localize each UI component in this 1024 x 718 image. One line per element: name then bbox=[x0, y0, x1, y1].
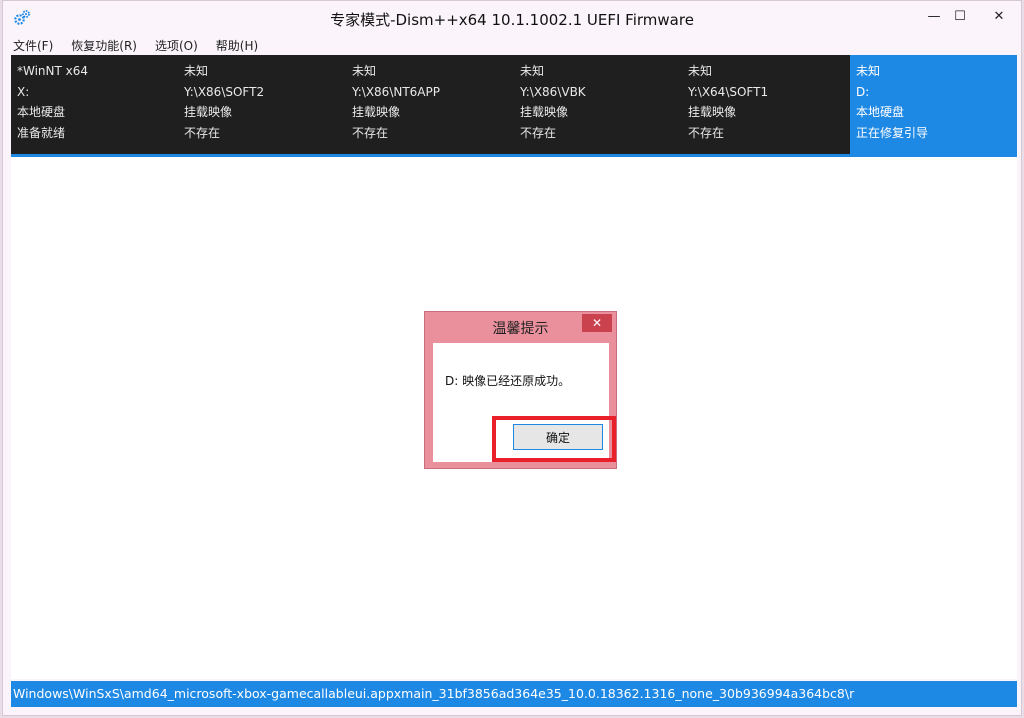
menu-help[interactable]: 帮助(H) bbox=[214, 37, 260, 55]
session-item-x86-nt6app[interactable]: 未知 Y:\X86\NT6APP 挂载映像 不存在 bbox=[346, 55, 514, 154]
session-type: 挂载映像 bbox=[688, 105, 737, 119]
session-path: D: bbox=[856, 84, 870, 99]
session-item-winnt[interactable]: *WinNT x64 X: 本地硬盘 准备就绪 bbox=[11, 55, 178, 154]
dialog-message: D: 映像已经还原成功。 bbox=[445, 374, 571, 388]
title-bar[interactable]: 专家模式-Dism++x64 10.1.1002.1 UEFI Firmware… bbox=[3, 1, 1021, 35]
session-item-d-drive[interactable]: 未知 D: 本地硬盘 正在修复引导 bbox=[850, 55, 1017, 154]
session-path: X: bbox=[17, 84, 30, 99]
session-type: 本地硬盘 bbox=[17, 105, 66, 119]
maximize-button[interactable]: ☐ bbox=[943, 5, 977, 27]
session-item-x86-soft2[interactable]: 未知 Y:\X86\SOFT2 挂载映像 不存在 bbox=[178, 55, 346, 154]
session-status: 不存在 bbox=[352, 125, 389, 140]
session-name: 未知 bbox=[856, 64, 881, 78]
session-name: 未知 bbox=[688, 64, 713, 78]
session-path: Y:\X86\SOFT2 bbox=[184, 84, 265, 99]
dialog-close-button[interactable]: ✕ bbox=[582, 314, 612, 332]
session-name: *WinNT x64 bbox=[17, 64, 89, 78]
session-name: 未知 bbox=[520, 64, 545, 78]
menu-recovery[interactable]: 恢复功能(R) bbox=[69, 37, 139, 55]
session-type: 挂载映像 bbox=[520, 105, 569, 119]
maximize-icon: ☐ bbox=[954, 8, 966, 24]
close-icon: ✕ bbox=[993, 8, 1005, 24]
menu-file[interactable]: 文件(F) bbox=[11, 37, 55, 55]
session-status: 准备就绪 bbox=[17, 125, 66, 140]
session-type: 本地硬盘 bbox=[856, 105, 905, 119]
session-status: 不存在 bbox=[184, 125, 221, 140]
minimize-icon: — bbox=[927, 8, 941, 24]
session-type: 挂载映像 bbox=[184, 105, 233, 119]
session-item-x86-vbk[interactable]: 未知 Y:\X86\VBK 挂载映像 不存在 bbox=[514, 55, 682, 154]
status-bar: Windows\WinSxS\amd64_microsoft-xbox-game… bbox=[11, 681, 1017, 707]
ok-button[interactable]: 确定 bbox=[513, 424, 603, 450]
session-type: 挂载映像 bbox=[352, 105, 401, 119]
session-bar: *WinNT x64 X: 本地硬盘 准备就绪 未知 Y:\X86\SOFT2 … bbox=[11, 55, 1017, 157]
session-item-x64-soft1[interactable]: 未知 Y:\X64\SOFT1 挂载映像 不存在 bbox=[682, 55, 850, 154]
session-name: 未知 bbox=[352, 64, 377, 78]
close-icon: ✕ bbox=[591, 316, 603, 330]
session-status: 不存在 bbox=[520, 125, 557, 140]
window-title: 专家模式-Dism++x64 10.1.1002.1 UEFI Firmware bbox=[330, 11, 694, 29]
session-status: 不存在 bbox=[688, 125, 725, 140]
session-path: Y:\X86\VBK bbox=[520, 84, 586, 99]
close-button[interactable]: ✕ bbox=[979, 5, 1019, 27]
session-path: Y:\X64\SOFT1 bbox=[688, 84, 769, 99]
menu-options[interactable]: 选项(O) bbox=[153, 37, 200, 55]
session-path: Y:\X86\NT6APP bbox=[352, 84, 440, 99]
session-status: 正在修复引导 bbox=[856, 125, 929, 140]
session-name: 未知 bbox=[184, 64, 209, 78]
menu-bar: 文件(F) 恢复功能(R) 选项(O) 帮助(H) bbox=[11, 37, 260, 55]
